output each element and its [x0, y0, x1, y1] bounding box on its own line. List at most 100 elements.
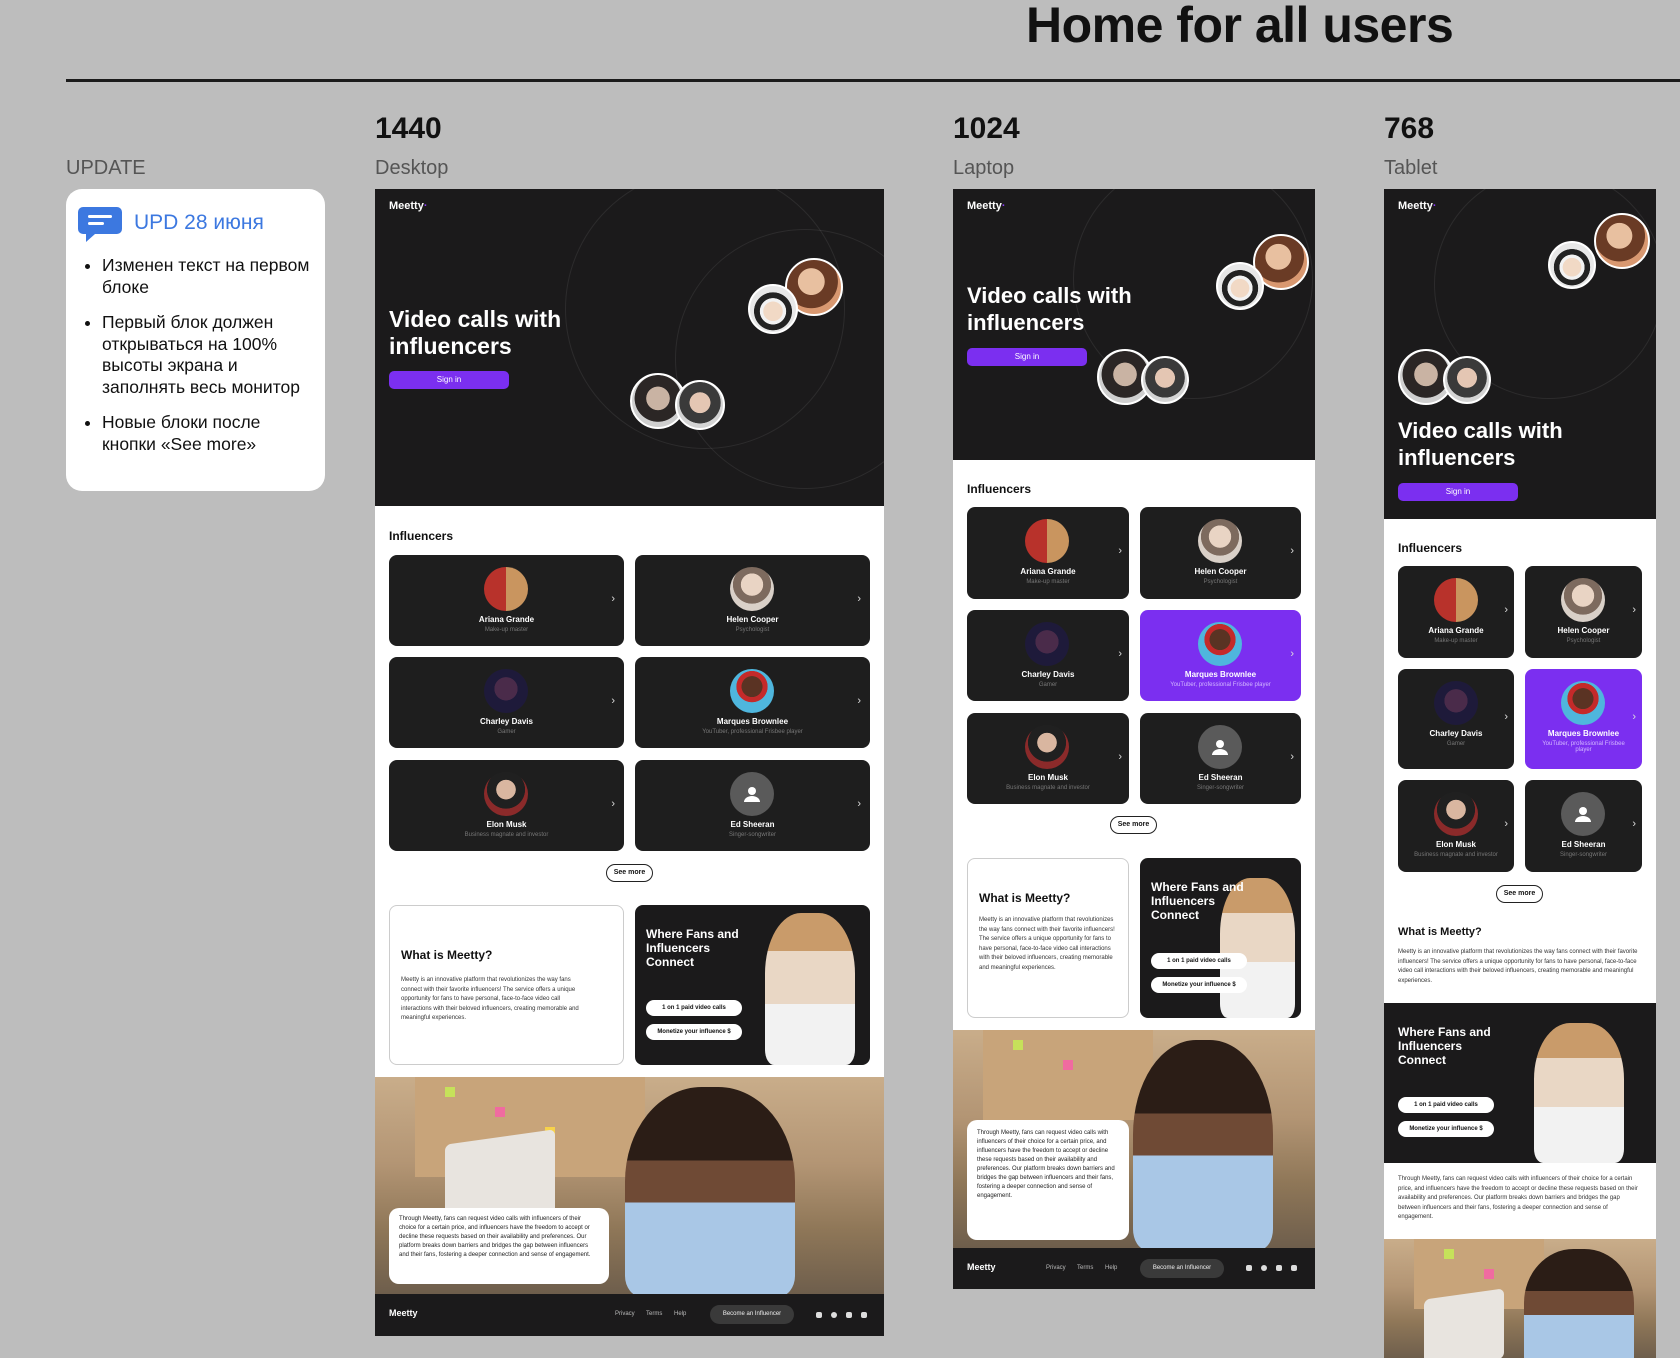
become-influencer-button[interactable]: Become an Influencer: [1140, 1259, 1224, 1278]
chevron-right-icon: ›: [1504, 711, 1508, 723]
become-influencer-button[interactable]: Become an Influencer: [710, 1305, 794, 1324]
footer-logo[interactable]: Meetty: [389, 1308, 418, 1318]
help-link[interactable]: Help: [1105, 1265, 1117, 1271]
youtube-icon[interactable]: [1291, 1265, 1297, 1271]
influencer-card[interactable]: Ed Sheeran Singer-songwriter ›: [1140, 713, 1301, 804]
see-more-button[interactable]: See more: [1496, 885, 1543, 903]
influencer-card[interactable]: Ed Sheeran Singer-songwriter ›: [1525, 780, 1642, 872]
tiktok-icon[interactable]: [846, 1312, 852, 1318]
chevron-right-icon: ›: [611, 593, 615, 605]
monetize-pill[interactable]: Monetize your influence $: [646, 1024, 742, 1040]
avatar: [675, 380, 725, 430]
laptop-frame: Meetty· Video calls with influencers Sign…: [953, 189, 1315, 1289]
influencer-role: Business magnate and investor: [464, 832, 549, 838]
logo[interactable]: Meetty·: [1398, 200, 1437, 212]
paid-calls-pill[interactable]: 1 on 1 paid video calls: [1398, 1097, 1494, 1113]
what-title: What is Meetty?: [979, 891, 1071, 905]
monetize-pill[interactable]: Monetize your influence $: [1398, 1121, 1494, 1137]
desktop-width: 1440: [375, 112, 442, 145]
influencer-card[interactable]: Ariana Grande Make-up master ›: [1398, 566, 1514, 658]
influencer-card[interactable]: Elon Musk Business magnate and investor …: [1398, 780, 1514, 872]
hero-section: Meetty· Video calls with influencers Sign…: [953, 189, 1315, 460]
logo[interactable]: Meetty·: [389, 200, 428, 212]
instagram-icon[interactable]: [1246, 1265, 1252, 1271]
signin-button[interactable]: Sign in: [967, 348, 1087, 366]
influencer-card[interactable]: Elon Musk Business magnate and investor …: [967, 713, 1129, 804]
update-note: UPD 28 июня Изменен текст на первом блок…: [66, 189, 325, 491]
privacy-link[interactable]: Privacy: [615, 1311, 635, 1317]
influencer-card[interactable]: Charley Davis Gamer ›: [1398, 669, 1514, 769]
avatar: [1025, 725, 1069, 769]
tiktok-icon[interactable]: [1276, 1265, 1282, 1271]
footer-logo[interactable]: Meetty: [967, 1262, 996, 1272]
sticky-note: [1484, 1269, 1494, 1279]
influencer-role: Make-up master: [1434, 638, 1478, 644]
influencer-role: Gamer: [1446, 741, 1466, 747]
influencer-card[interactable]: Elon Musk Business magnate and investor …: [389, 760, 624, 851]
influencer-role: YouTuber, professional Frisbee player: [702, 729, 803, 735]
influencer-card[interactable]: Helen Cooper Psychologist ›: [1140, 507, 1301, 599]
paid-calls-pill[interactable]: 1 on 1 paid video calls: [646, 1000, 742, 1016]
influencer-card[interactable]: Ariana Grande Make-up master ›: [967, 507, 1129, 599]
desktop-frame: Meetty· Video calls with influencers Sign…: [375, 189, 884, 1336]
influencer-name: Elon Musk: [1435, 840, 1476, 849]
signin-button[interactable]: Sign in: [389, 371, 509, 389]
page-title: Home for all users: [1026, 0, 1454, 53]
terms-link[interactable]: Terms: [646, 1311, 662, 1317]
terms-link[interactable]: Terms: [1077, 1265, 1093, 1271]
avatar: [1025, 519, 1069, 563]
paid-calls-pill[interactable]: 1 on 1 paid video calls: [1151, 953, 1247, 969]
influencer-card-highlighted[interactable]: Marques Brownlee YouTuber, professional …: [1140, 610, 1301, 701]
see-more-button[interactable]: See more: [606, 864, 653, 882]
avatar: [1434, 681, 1478, 725]
influencer-card[interactable]: Ariana Grande Make-up master ›: [389, 555, 624, 646]
footer: Meetty Privacy Terms Help Become an Infl…: [953, 1248, 1315, 1289]
fans-card: Where Fans and Influencers Connect 1 on 1 …: [635, 905, 870, 1065]
influencer-card-highlighted[interactable]: Marques Brownlee YouTuber, professional …: [1525, 669, 1642, 769]
update-label: UPDATE: [66, 157, 146, 179]
see-more-button[interactable]: See more: [1110, 816, 1157, 834]
influencer-card[interactable]: Ed Sheeran Singer-songwriter ›: [635, 760, 870, 851]
influencer-role: Gamer: [497, 729, 516, 735]
facebook-icon[interactable]: [1261, 1265, 1267, 1271]
influencer-card[interactable]: Helen Cooper Psychologist ›: [635, 555, 870, 646]
influencer-name: Marques Brownlee: [1184, 670, 1257, 679]
privacy-link[interactable]: Privacy: [1046, 1265, 1066, 1271]
what-title: What is Meetty?: [1398, 926, 1482, 938]
chevron-right-icon: ›: [611, 798, 615, 810]
hero-photo: [1384, 1239, 1656, 1358]
hero-photo: Through Meetty, fans can request video c…: [375, 1077, 884, 1294]
influencer-name: Helen Cooper: [726, 615, 779, 624]
avatar: [484, 567, 528, 611]
what-is-meetty-card: What is Meetty? Meetty is an innovative …: [389, 905, 624, 1065]
hero-section: Meetty· Video calls with influencers Sign…: [375, 189, 884, 506]
avatar: [1025, 622, 1069, 666]
what-is-meetty-card: What is Meetty? Meetty is an innovative …: [967, 858, 1129, 1018]
facebook-icon[interactable]: [831, 1312, 837, 1318]
fans-card: Where Fans and Influencers Connect 1 on 1 …: [1140, 858, 1301, 1018]
woman-photo: [1133, 1040, 1273, 1248]
update-title: UPD 28 июня: [134, 211, 264, 234]
hero-title: Video calls with influencers: [1398, 418, 1563, 470]
user-icon: [744, 787, 760, 802]
influencer-name: Ariana Grande: [478, 615, 535, 624]
influencer-card[interactable]: Helen Cooper Psychologist ›: [1525, 566, 1642, 658]
logo[interactable]: Meetty·: [967, 200, 1006, 212]
influencer-role: Make-up master: [1026, 579, 1070, 585]
instagram-icon[interactable]: [816, 1312, 822, 1318]
signin-button[interactable]: Sign in: [1398, 483, 1518, 501]
influencer-card[interactable]: Charley Davis Gamer ›: [967, 610, 1129, 701]
monetize-pill[interactable]: Monetize your influence $: [1151, 977, 1247, 993]
woman-photo: [1524, 1249, 1634, 1358]
update-list: Изменен текст на первом блоке Первый бло…: [78, 255, 313, 455]
avatar: [484, 772, 528, 816]
chevron-right-icon: ›: [1632, 604, 1636, 616]
influencer-card[interactable]: Charley Davis Gamer ›: [389, 657, 624, 748]
influencer-card[interactable]: Marques Brownlee YouTuber, professional …: [635, 657, 870, 748]
laptop: [1424, 1288, 1504, 1358]
influencer-name: Helen Cooper: [1557, 626, 1610, 635]
sticky-note: [1013, 1040, 1023, 1050]
help-link[interactable]: Help: [674, 1311, 686, 1317]
youtube-icon[interactable]: [861, 1312, 867, 1318]
what-title: What is Meetty?: [401, 948, 493, 962]
